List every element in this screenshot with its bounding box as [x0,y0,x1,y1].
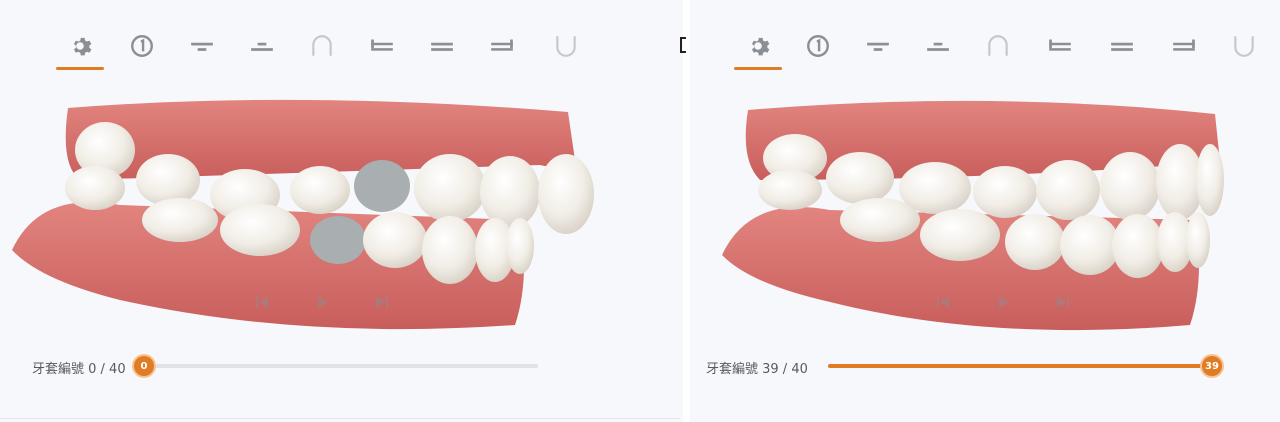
playback-controls-right [933,292,1093,312]
front-view-button[interactable] [422,28,462,64]
settings-button[interactable] [734,28,782,70]
comparison-view: 牙套編號 0 / 40 0 牙套編號 39 / 40 39 [0,0,1280,422]
lower-view-button[interactable] [242,28,282,64]
lower-arch-icon [556,36,576,57]
upper-arch-icon [988,35,1008,56]
left-view-button[interactable] [1040,28,1080,64]
lower-line-icon [927,42,949,51]
expand-bracket-icon[interactable] [679,37,689,53]
slider-track[interactable] [138,364,538,368]
lower-line-icon [251,42,273,51]
after-panel: 牙套編號 39 / 40 39 [690,0,1280,422]
lower-arch-button[interactable] [1224,28,1264,64]
upper-arch-button[interactable] [302,28,342,64]
upper-line-icon [867,42,889,51]
left-lines-icon [1049,39,1071,51]
panel-border [0,418,680,419]
view-toolbar-right [734,28,1278,70]
settings-button[interactable] [56,28,104,70]
upper-line-icon [191,42,213,51]
lower-arch-button[interactable] [546,28,586,64]
right-view-button[interactable] [482,28,522,64]
upper-view-button[interactable] [858,28,898,64]
aligner-number-label: 牙套編號 0 / 40 [32,362,126,377]
slider-thumb[interactable]: 0 [134,356,154,376]
circle-one-icon [807,35,829,57]
right-lines-icon [491,39,513,51]
right-view-button[interactable] [1164,28,1204,64]
aligner-slider-right: 牙套編號 39 / 40 39 [706,356,1226,380]
front-view-button[interactable] [1102,28,1142,64]
panel-divider [683,0,690,422]
aligner-slider-left: 牙套編號 0 / 40 0 [32,356,542,380]
aligner-number-label: 牙套編號 39 / 40 [706,362,808,377]
front-lines-icon [431,42,453,51]
play-icon[interactable] [993,292,1013,312]
front-lines-icon [1111,42,1133,51]
view-toolbar-left [56,28,620,70]
upper-arch-button[interactable] [978,28,1018,64]
slider-fill [828,364,1212,368]
upper-arch-icon [312,35,332,56]
skip-forward-icon[interactable] [1053,292,1073,312]
skip-forward-icon[interactable] [372,292,392,312]
play-icon[interactable] [312,292,332,312]
step-one-button[interactable] [798,28,838,64]
slider-thumb[interactable]: 39 [1202,356,1222,376]
left-view-button[interactable] [362,28,402,64]
circle-one-icon [131,35,153,57]
lower-view-button[interactable] [918,28,958,64]
skip-back-icon[interactable] [252,292,272,312]
right-lines-icon [1173,39,1195,51]
skip-back-icon[interactable] [933,292,953,312]
upper-view-button[interactable] [182,28,222,64]
gear-icon [73,37,92,56]
before-panel: 牙套編號 0 / 40 0 [0,0,680,422]
step-one-button[interactable] [122,28,162,64]
gear-icon [751,37,770,56]
playback-controls-left [252,292,412,312]
left-lines-icon [371,39,393,51]
lower-arch-icon [1234,36,1254,57]
